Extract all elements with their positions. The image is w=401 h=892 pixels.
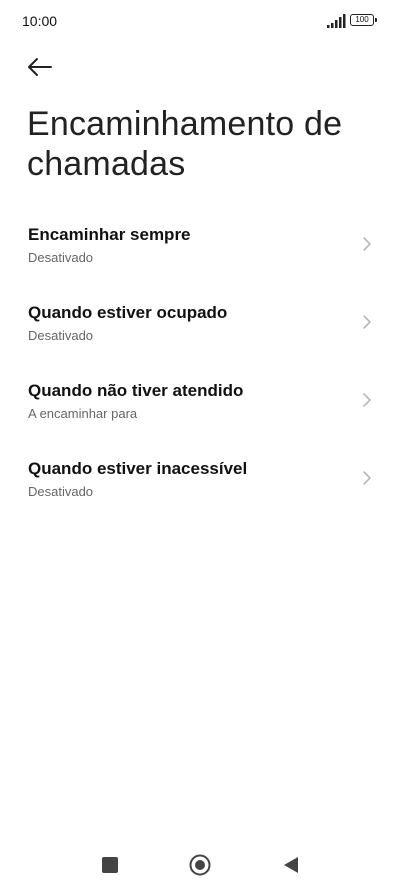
chevron-right-icon: [363, 471, 371, 485]
setting-item-when-unreachable[interactable]: Quando estiver inacessível Desativado: [0, 446, 401, 524]
setting-subtitle: Desativado: [28, 250, 94, 265]
page-title: Encaminhamento de chamadas: [27, 105, 343, 183]
settings-list: Encaminhar sempre Desativado Quando esti…: [0, 212, 401, 524]
recents-button[interactable]: [102, 857, 118, 873]
chevron-right-icon: [363, 315, 371, 329]
back-button[interactable]: [26, 54, 56, 80]
setting-subtitle: Desativado: [28, 328, 94, 343]
signal-icon: [327, 14, 346, 28]
setting-subtitle: Desativado: [28, 484, 94, 499]
chevron-right-icon: [363, 393, 371, 407]
setting-item-always-forward[interactable]: Encaminhar sempre Desativado: [0, 212, 401, 290]
battery-level: 100: [350, 14, 374, 26]
setting-title: Quando estiver ocupado: [28, 303, 228, 322]
arrow-left-icon: [28, 58, 52, 76]
status-bar: 10:00 100: [0, 0, 401, 40]
battery-icon: 100: [350, 14, 378, 26]
navigation-bar: [0, 840, 401, 892]
screen: 10:00 100 Encaminhamento de chamadas Enc…: [0, 0, 401, 892]
home-button[interactable]: [189, 854, 211, 876]
status-time: 10:00: [22, 13, 58, 29]
setting-item-when-unanswered[interactable]: Quando não tiver atendido A encaminhar p…: [0, 368, 401, 446]
chevron-right-icon: [363, 237, 371, 251]
setting-title: Quando estiver inacessível: [28, 459, 248, 478]
nav-back-button[interactable]: [283, 856, 299, 874]
setting-item-when-busy[interactable]: Quando estiver ocupado Desativado: [0, 290, 401, 368]
setting-subtitle: A encaminhar para: [28, 406, 138, 421]
setting-title: Quando não tiver atendido: [28, 381, 244, 400]
setting-title: Encaminhar sempre: [28, 225, 191, 244]
